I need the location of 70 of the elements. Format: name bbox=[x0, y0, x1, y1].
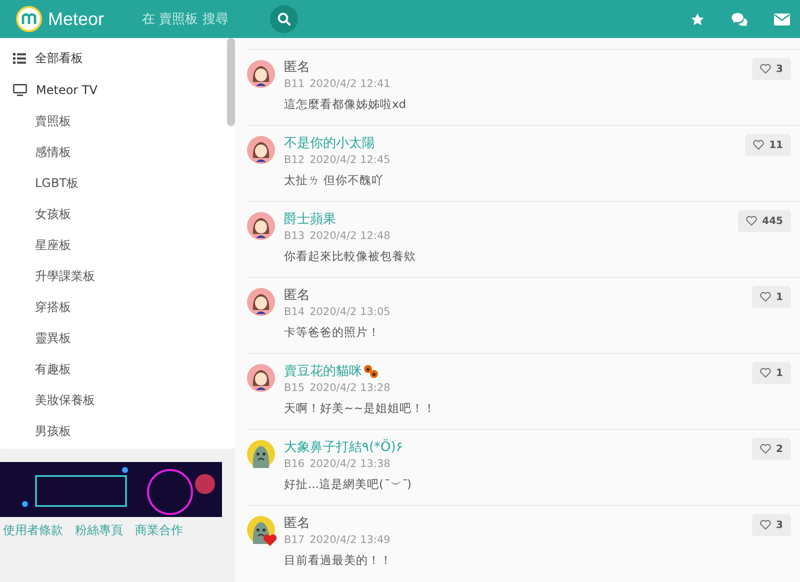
like-button[interactable]: 1 bbox=[752, 286, 791, 308]
comment-text: 你看起來比較像被包養欸 bbox=[284, 249, 417, 264]
star-icon[interactable] bbox=[690, 12, 705, 26]
sidebar-item[interactable]: Meteor TV bbox=[0, 74, 227, 106]
search-icon bbox=[277, 12, 292, 26]
avatar-icon[interactable] bbox=[247, 288, 275, 316]
heart-icon bbox=[760, 64, 772, 74]
heart-icon bbox=[753, 140, 764, 150]
search-button[interactable] bbox=[270, 5, 298, 33]
avatar-icon[interactable] bbox=[247, 364, 275, 392]
board-link[interactable]: 女孩板 bbox=[0, 199, 227, 230]
avatar-icon[interactable] bbox=[247, 212, 275, 240]
board-link[interactable]: 有趣板 bbox=[0, 354, 227, 385]
comment-text: 這怎麼看都像姊姊啦xd bbox=[284, 97, 408, 112]
board-link[interactable]: 男孩板 bbox=[0, 416, 227, 447]
floor-number: B17 bbox=[284, 534, 305, 546]
avatar-icon[interactable] bbox=[247, 60, 275, 88]
floor-number: B12 bbox=[284, 154, 305, 166]
author-name[interactable]: 匿名 bbox=[284, 58, 310, 76]
sidebar-item[interactable]: 全部看板 bbox=[0, 42, 227, 74]
post-time: 2020/4/2 13:05 bbox=[310, 306, 390, 318]
board-link[interactable]: 美妝保養板 bbox=[0, 385, 227, 416]
heart-icon bbox=[760, 520, 772, 530]
chat-icon[interactable] bbox=[731, 12, 748, 26]
like-button[interactable]: 1 bbox=[752, 362, 791, 384]
board-link[interactable]: LGBT板 bbox=[0, 168, 227, 199]
board-link[interactable]: 星座板 bbox=[0, 230, 227, 261]
board-link[interactable]: 賣照板 bbox=[0, 106, 227, 137]
floor-number: B13 bbox=[284, 230, 305, 242]
post-time: 2020/4/2 12:45 bbox=[310, 154, 390, 166]
floor-number: B11 bbox=[284, 78, 305, 90]
board-link[interactable]: 靈異板 bbox=[0, 323, 227, 354]
like-button[interactable]: 3 bbox=[752, 58, 791, 80]
post-time: 2020/4/2 13:28 bbox=[310, 382, 390, 394]
sidebar-item-label: 全部看板 bbox=[35, 50, 83, 66]
heart-icon bbox=[746, 216, 758, 226]
banner-ad-image[interactable] bbox=[0, 462, 222, 517]
post-time: 2020/4/2 12:48 bbox=[310, 230, 390, 242]
heart-icon bbox=[760, 368, 772, 378]
floor-number: B16 bbox=[284, 458, 305, 470]
avatar-icon[interactable] bbox=[247, 440, 275, 468]
board-link[interactable]: 感情板 bbox=[0, 137, 227, 168]
comment-text: 太扯ㄌ 但你不醜吖 bbox=[284, 173, 385, 188]
author-name[interactable]: 匿名 bbox=[284, 286, 310, 304]
monitor-icon bbox=[13, 84, 27, 96]
like-button[interactable]: 3 bbox=[752, 514, 791, 536]
heart-icon bbox=[760, 292, 772, 302]
post-time: 2020/4/2 13:49 bbox=[310, 534, 390, 546]
avatar-icon[interactable] bbox=[247, 136, 275, 164]
comment-text: 好扯...這是網美吧(¯︶¯) bbox=[284, 477, 412, 492]
board-link[interactable]: 升學課業板 bbox=[0, 261, 227, 292]
author-name[interactable]: 匿名 bbox=[284, 514, 310, 532]
scrollbar-thumb[interactable] bbox=[227, 38, 235, 126]
floor-number: B15 bbox=[284, 382, 305, 394]
post-time: 2020/4/2 12:41 bbox=[310, 78, 390, 90]
list-icon bbox=[13, 52, 26, 64]
post-time: 2020/4/2 13:38 bbox=[310, 458, 390, 470]
sidebar-item-label: Meteor TV bbox=[36, 83, 98, 97]
heart-icon bbox=[760, 444, 772, 454]
mail-icon[interactable] bbox=[774, 12, 790, 26]
logo-icon[interactable] bbox=[16, 6, 42, 32]
comment-text: 目前看過最美的！！ bbox=[284, 553, 393, 568]
search-field[interactable]: 在 賣照板 搜尋 bbox=[140, 10, 264, 28]
comment-text: 卡等爸爸的照片！ bbox=[284, 325, 381, 340]
like-button[interactable]: 445 bbox=[738, 210, 791, 232]
floor-number: B14 bbox=[284, 306, 305, 318]
comment-text: 天啊！好美~~是姐姐吧！！ bbox=[284, 401, 436, 416]
like-button[interactable]: 2 bbox=[752, 438, 791, 460]
board-link[interactable]: 穿搭板 bbox=[0, 292, 227, 323]
like-button[interactable]: 11 bbox=[745, 134, 791, 156]
